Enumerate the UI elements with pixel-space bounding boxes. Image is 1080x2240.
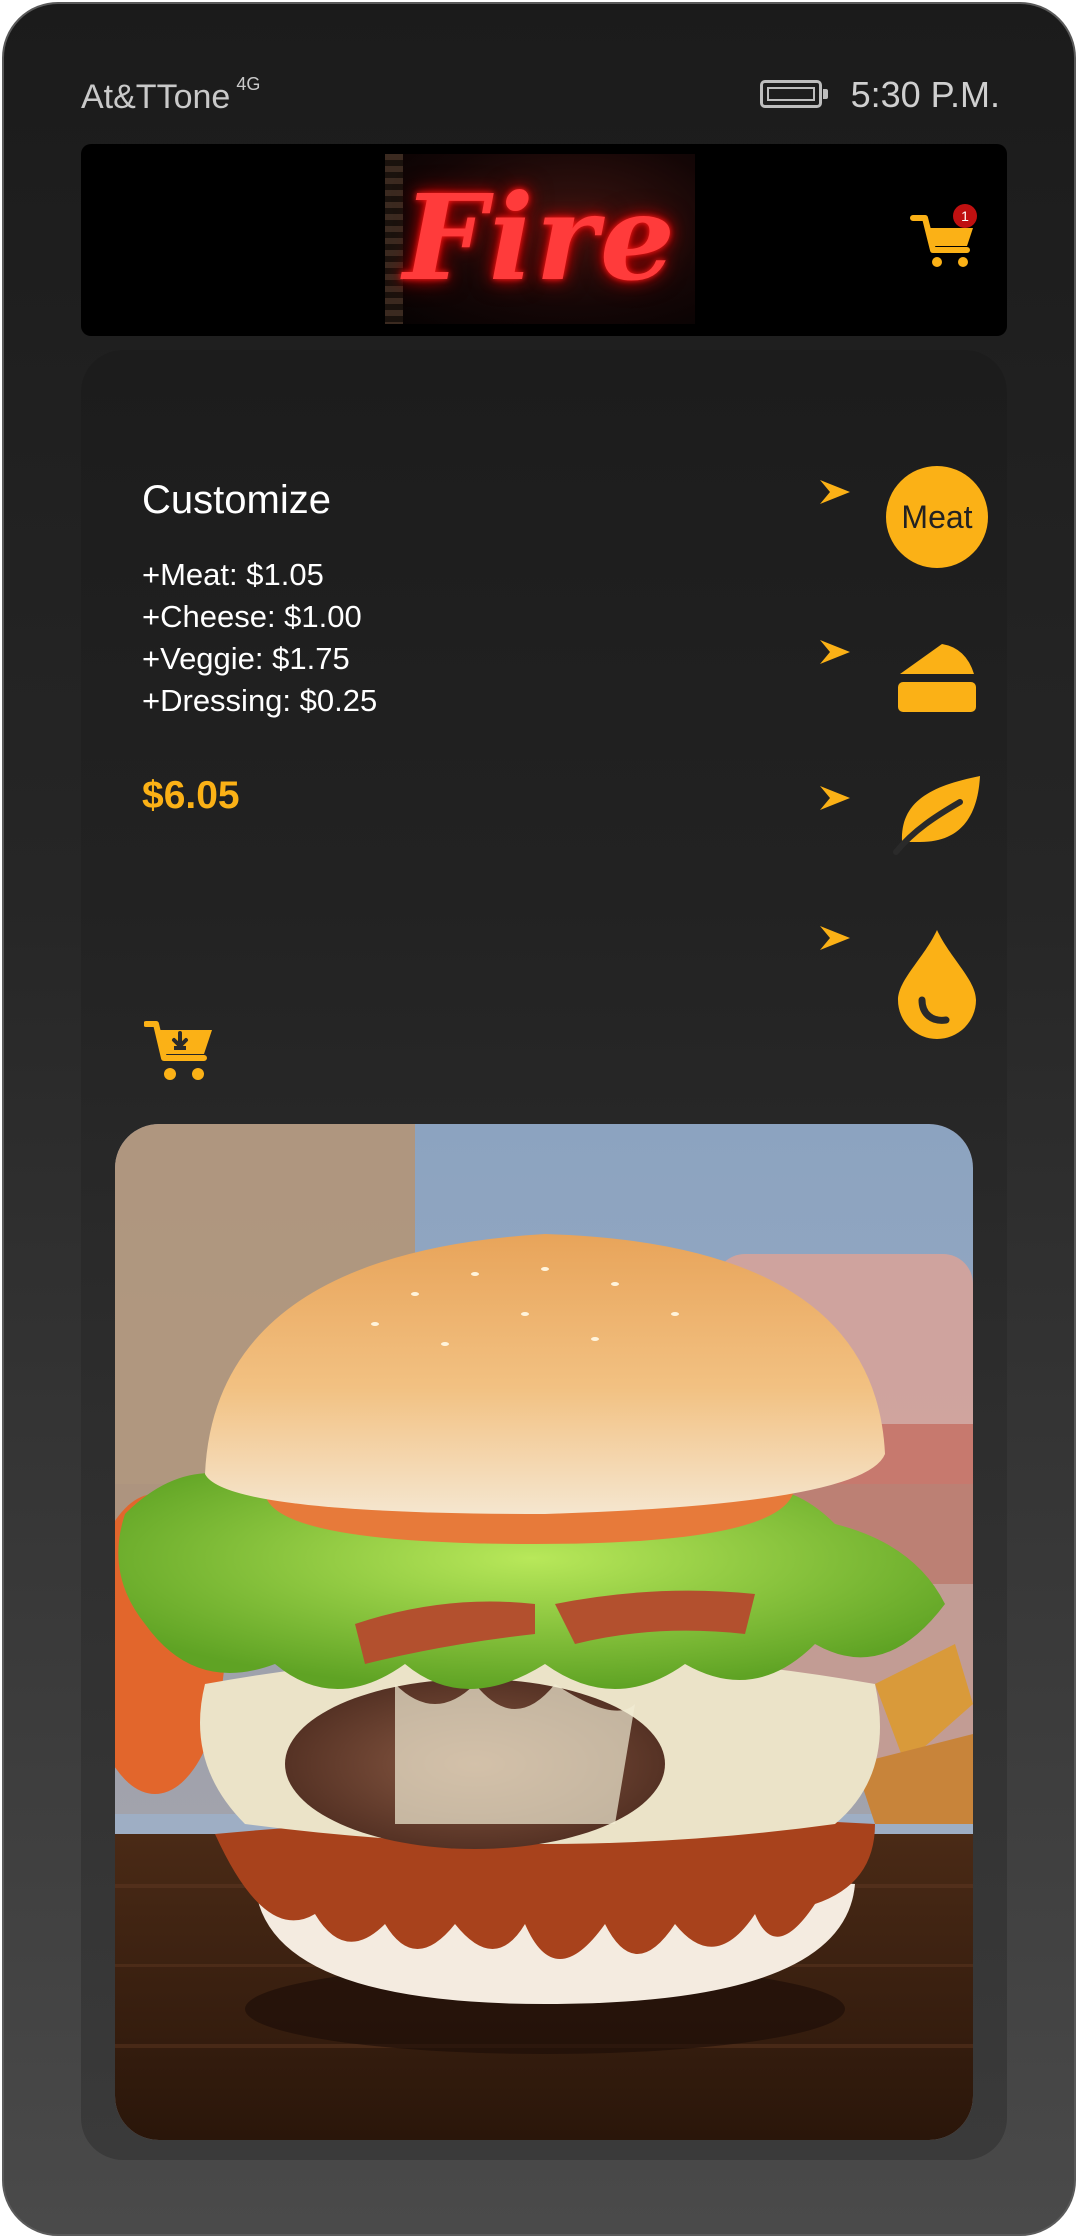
carrier-label: At&TTone 4G xyxy=(81,74,260,117)
battery-icon xyxy=(760,80,828,108)
clock: 5:30 P.M. xyxy=(850,74,1000,115)
logo-text: Fire xyxy=(403,168,677,307)
option-price-cheese: +Cheese: $1.00 xyxy=(142,599,362,634)
cart-badge: 1 xyxy=(953,204,977,228)
arrow-veggie-icon xyxy=(820,786,850,810)
arrow-meat-icon xyxy=(820,480,850,504)
total-price: $6.05 xyxy=(142,774,240,817)
phone-frame: At&TTone 4G 5:30 P.M. Fire 1 Customize +M… xyxy=(2,2,1076,2236)
carrier-name: At&TTone xyxy=(81,78,231,116)
option-price-meat: +Meat: $1.05 xyxy=(142,557,324,592)
battery-level xyxy=(767,87,815,101)
arrow-dressing-icon xyxy=(820,926,850,950)
drop-icon[interactable] xyxy=(894,928,980,1040)
option-price-veggie: +Veggie: $1.75 xyxy=(142,641,350,676)
app-header: Fire 1 xyxy=(81,144,1007,336)
add-to-cart-button[interactable] xyxy=(144,1018,214,1084)
meat-option-button[interactable]: Meat xyxy=(886,466,988,568)
network-type: 4G xyxy=(236,74,261,94)
cart-button[interactable]: 1 xyxy=(909,204,979,276)
option-price-dressing: +Dressing: $0.25 xyxy=(142,683,378,718)
burger-photo xyxy=(115,1124,973,2140)
option-price-list: +Meat: $1.05 +Cheese: $1.00 +Veggie: $1.… xyxy=(142,554,377,722)
logo: Fire xyxy=(385,154,695,324)
status-bar: At&TTone 4G 5:30 P.M. xyxy=(4,74,1074,124)
leaf-icon[interactable] xyxy=(890,772,986,856)
cheese-icon[interactable] xyxy=(894,640,978,714)
arrow-cheese-icon xyxy=(820,640,850,664)
customize-title: Customize xyxy=(142,478,331,522)
